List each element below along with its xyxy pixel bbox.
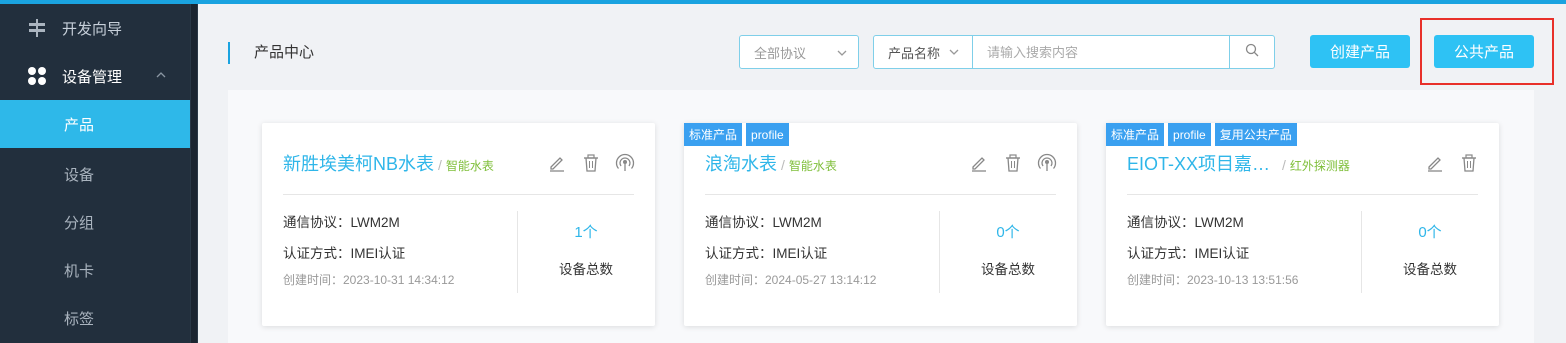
search-type-select[interactable]: 产品名称 bbox=[874, 36, 973, 68]
card-divider bbox=[705, 194, 1056, 195]
sidebar-item-device-management[interactable]: 设备管理 bbox=[0, 52, 190, 100]
created-time: 创建时间：2024-05-27 13:14:12 bbox=[705, 273, 877, 287]
product-card[interactable]: 标准产品 profile 浪淘水表 / 智能水表 通信协议：LWM2M 认证方式：I… bbox=[684, 123, 1077, 326]
card-actions bbox=[547, 153, 635, 173]
grid-icon bbox=[26, 65, 48, 87]
created-time: 创建时间：2023-10-31 14:34:12 bbox=[283, 273, 455, 287]
sidebar-item-label: 设备 bbox=[64, 166, 95, 184]
edit-icon[interactable] bbox=[547, 153, 567, 173]
main-area: 产品中心 全部协议 产品名称 创建产品 公共产品 新胜埃美柯NB水表/智能水表 bbox=[198, 4, 1566, 343]
sidebar-item-label: 开发向导 bbox=[62, 20, 123, 38]
created-time: 创建时间：2023-10-13 13:51:56 bbox=[1127, 273, 1299, 287]
create-product-button[interactable]: 创建产品 bbox=[1310, 35, 1410, 68]
product-name: 浪淘水表 bbox=[705, 154, 777, 174]
tag-group: 标准产品 profile bbox=[684, 123, 789, 146]
tag-standard: 标准产品 bbox=[1106, 123, 1165, 146]
search-box: 产品名称 bbox=[873, 35, 1275, 69]
product-category: 红外探测器 bbox=[1289, 159, 1350, 173]
device-count[interactable]: 0个 bbox=[1361, 221, 1499, 242]
product-category: 智能水表 bbox=[445, 159, 494, 173]
broadcast-icon[interactable] bbox=[615, 153, 635, 173]
product-title[interactable]: EIOT-XX项目嘉… / 红外探测器 bbox=[1127, 150, 1350, 176]
sidebar-item-dev-guide[interactable]: 开发向导 bbox=[0, 4, 190, 52]
device-count-label: 设备总数 bbox=[981, 262, 1035, 277]
device-count[interactable]: 1个 bbox=[517, 221, 655, 242]
product-title[interactable]: 浪淘水表 / 智能水表 bbox=[705, 150, 837, 176]
trash-icon[interactable] bbox=[1459, 153, 1479, 173]
device-count-label: 设备总数 bbox=[1403, 262, 1457, 277]
device-count[interactable]: 0个 bbox=[939, 221, 1077, 242]
search-input[interactable] bbox=[973, 36, 1229, 68]
card-actions bbox=[1425, 153, 1479, 173]
sidebar-item-sim-card[interactable]: 机卡 bbox=[0, 246, 190, 294]
highlight-box bbox=[1420, 18, 1554, 85]
sidebar: 开发向导 设备管理 产品 设备 分组 机卡 标签 bbox=[0, 4, 198, 343]
tag-group: 标准产品 profile 复用公共产品 bbox=[1106, 123, 1297, 146]
auth-info: 认证方式：IMEI认证 bbox=[283, 246, 406, 261]
chevron-down-icon bbox=[836, 47, 848, 62]
title-accent-bar bbox=[228, 42, 230, 64]
broadcast-icon[interactable] bbox=[1037, 153, 1057, 173]
card-divider bbox=[283, 194, 634, 195]
protocol-info: 通信协议：LWM2M bbox=[705, 215, 822, 230]
protocol-info: 通信协议：LWM2M bbox=[283, 215, 400, 230]
product-list: 新胜埃美柯NB水表 / 智能水表 通信协议：LWM2M 认证方式：IMEI认证 创建… bbox=[228, 90, 1534, 343]
search-type-label: 产品名称 bbox=[888, 45, 941, 61]
sidebar-item-group[interactable]: 分组 bbox=[0, 198, 190, 246]
trash-icon[interactable] bbox=[581, 153, 601, 173]
sidebar-item-product[interactable]: 产品 bbox=[0, 100, 190, 148]
card-actions bbox=[969, 153, 1057, 173]
sidebar-item-label: 分组 bbox=[64, 214, 95, 232]
sidebar-item-tags[interactable]: 标签 bbox=[0, 294, 190, 342]
edit-icon[interactable] bbox=[1425, 153, 1445, 173]
page-title: 产品中心 bbox=[254, 44, 315, 61]
edit-icon[interactable] bbox=[969, 153, 989, 173]
product-title[interactable]: 新胜埃美柯NB水表 / 智能水表 bbox=[283, 150, 494, 176]
sidebar-item-label: 设备管理 bbox=[62, 68, 123, 86]
chevron-up-icon bbox=[154, 68, 168, 82]
trash-icon[interactable] bbox=[1003, 153, 1023, 173]
tag-profile: profile bbox=[746, 123, 789, 146]
card-divider bbox=[1127, 194, 1478, 195]
sidebar-item-label: 机卡 bbox=[64, 262, 95, 280]
signpost-icon bbox=[26, 17, 48, 39]
protocol-info: 通信协议：LWM2M bbox=[1127, 215, 1244, 230]
product-card[interactable]: 新胜埃美柯NB水表 / 智能水表 通信协议：LWM2M 认证方式：IMEI认证 创建… bbox=[262, 123, 655, 326]
sidebar-scrollbar[interactable] bbox=[190, 4, 198, 343]
chevron-down-icon bbox=[948, 46, 960, 61]
sidebar-item-label: 产品 bbox=[64, 116, 95, 134]
product-card[interactable]: 标准产品 profile 复用公共产品 EIOT-XX项目嘉… / 红外探测器 通信… bbox=[1106, 123, 1499, 326]
product-category: 智能水表 bbox=[788, 159, 837, 173]
sidebar-item-device[interactable]: 设备 bbox=[0, 150, 190, 198]
tag-standard: 标准产品 bbox=[684, 123, 743, 146]
auth-info: 认证方式：IMEI认证 bbox=[1127, 246, 1250, 261]
sidebar-item-label: 标签 bbox=[64, 310, 95, 328]
product-name: EIOT-XX项目嘉… bbox=[1127, 154, 1271, 174]
search-icon bbox=[1245, 43, 1259, 62]
protocol-select[interactable]: 全部协议 bbox=[739, 35, 859, 69]
tag-profile: profile bbox=[1168, 123, 1211, 146]
protocol-select-value: 全部协议 bbox=[754, 45, 807, 61]
auth-info: 认证方式：IMEI认证 bbox=[705, 246, 828, 261]
tag-reuse-public: 复用公共产品 bbox=[1214, 123, 1297, 146]
product-name: 新胜埃美柯NB水表 bbox=[283, 154, 435, 174]
device-count-label: 设备总数 bbox=[559, 262, 613, 277]
search-button[interactable] bbox=[1229, 36, 1274, 68]
